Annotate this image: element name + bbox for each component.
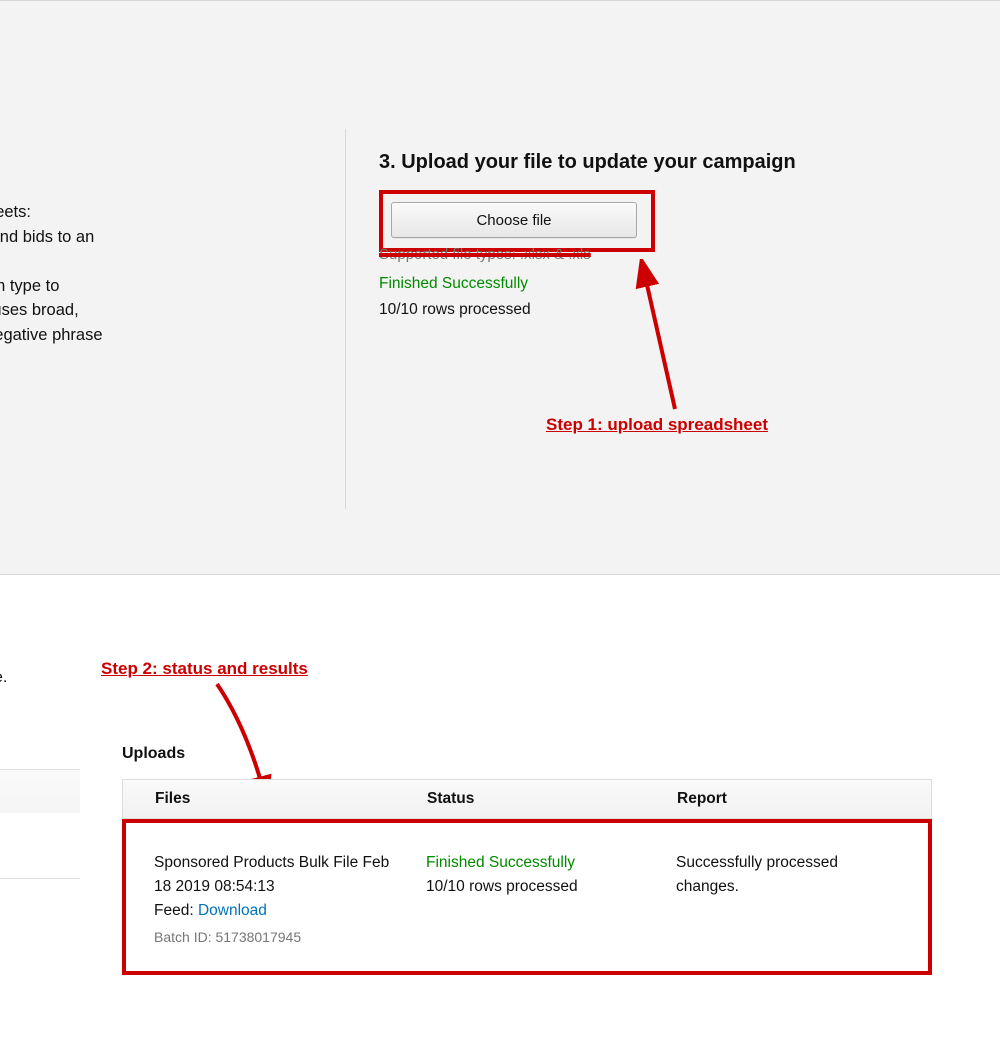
- col-header-files: Files: [155, 790, 427, 808]
- cell-files: Sponsored Products Bulk File Feb 18 2019…: [154, 851, 426, 949]
- highlight-choose-file: Choose file: [379, 190, 655, 252]
- batch-label: Batch ID:: [154, 929, 215, 945]
- annotation-step1-label: Step 1: upload spreadsheet: [546, 415, 768, 435]
- row-status-rows: 10/10 rows processed: [426, 875, 656, 899]
- upload-status-success: Finished Successfully: [379, 275, 969, 293]
- edit-file-section: ur file or editing bulk spreadsheets: d …: [0, 151, 330, 348]
- upload-filename: Sponsored Products Bulk File Feb 18 2019…: [154, 851, 406, 899]
- col-header-status: Status: [427, 790, 677, 808]
- annotation-step2-label: Step 2: status and results: [101, 659, 308, 679]
- feed-label: Feed:: [154, 902, 198, 919]
- cell-status: Finished Successfully 10/10 rows process…: [426, 851, 676, 949]
- row-status-success: Finished Successfully: [426, 851, 656, 875]
- supported-file-types: Supported file types: .xlsx & .xls: [379, 246, 655, 263]
- col-header-report: Report: [677, 790, 899, 808]
- bulk-upload-panel: ur file or editing bulk spreadsheets: d …: [0, 0, 1000, 575]
- feed-download-link[interactable]: Download: [198, 902, 267, 919]
- uploads-section: Uploads Files Status Report Sponsored Pr…: [122, 745, 932, 975]
- results-area: e. Step 2: status and results Uploads Fi…: [0, 575, 1000, 1035]
- edit-file-heading-fragment: ur file: [0, 151, 320, 174]
- edit-file-text-line: c, negative exact, and negative phrase: [0, 323, 320, 348]
- cell-report: Successfully processed changes.: [676, 851, 900, 949]
- edit-file-text-line: o apply the correct match type to: [0, 274, 320, 299]
- uploads-heading: Uploads: [122, 745, 932, 763]
- upload-rows-processed: 10/10 rows processed: [379, 301, 969, 319]
- uploads-table-header: Files Status Report: [122, 779, 932, 819]
- uploads-table: Files Status Report Sponsored Products B…: [122, 779, 932, 975]
- uploads-table-row-highlight: Sponsored Products Bulk File Feb 18 2019…: [122, 819, 932, 975]
- choose-file-button[interactable]: Choose file: [391, 202, 637, 238]
- text-fragment: e.: [0, 669, 7, 687]
- batch-id-line: Batch ID: 51738017945: [154, 927, 406, 949]
- edit-file-text-line: d up to 1000 keywords and bids to an: [0, 225, 320, 250]
- partial-panel-fragment: [0, 769, 80, 879]
- upload-section-heading: 3. Upload your file to update your campa…: [379, 151, 969, 174]
- section-divider: [345, 129, 346, 509]
- feed-line: Feed: Download: [154, 899, 406, 923]
- edit-file-text-line: d. Sponsored Products uses broad,: [0, 298, 320, 323]
- batch-id-value: 51738017945: [215, 929, 301, 945]
- row-report-text: Successfully processed changes.: [676, 851, 900, 899]
- edit-file-text-line: or editing bulk spreadsheets:: [0, 200, 320, 225]
- upload-file-section: 3. Upload your file to update your campa…: [379, 151, 969, 319]
